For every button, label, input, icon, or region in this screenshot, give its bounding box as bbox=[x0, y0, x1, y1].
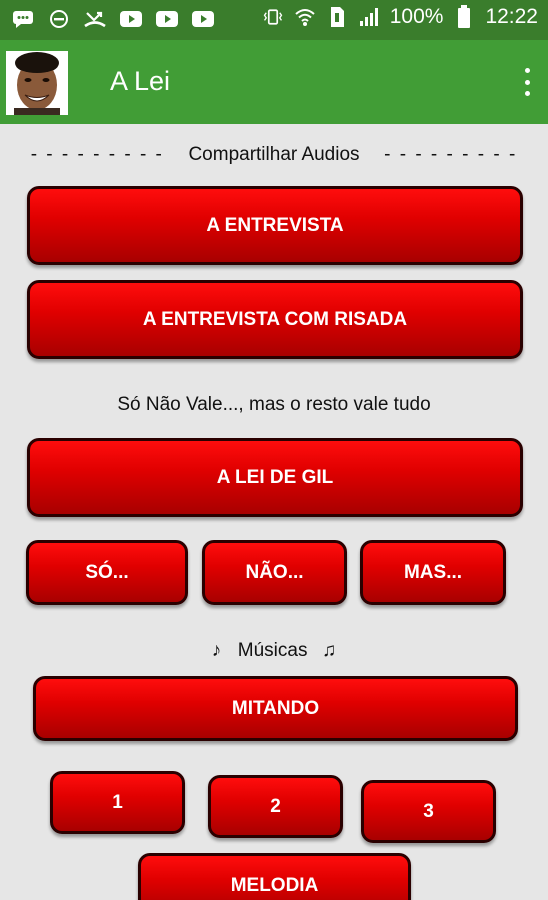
avatar[interactable] bbox=[6, 51, 68, 115]
app-bar: A Lei bbox=[0, 40, 548, 124]
system-icons: 100% 12:22 bbox=[262, 5, 538, 29]
share-right-dashes: - - - - - - - - - bbox=[384, 144, 518, 165]
melodia-button[interactable]: MELODIA bbox=[138, 853, 411, 900]
missed-call-icon bbox=[84, 8, 106, 30]
wifi-icon bbox=[294, 6, 316, 28]
track-2-button[interactable]: 2 bbox=[208, 775, 343, 838]
notification-icons bbox=[12, 8, 214, 30]
do-not-disturb-icon bbox=[48, 8, 70, 30]
a-lei-de-gil-button[interactable]: A LEI DE GIL bbox=[27, 438, 523, 517]
menu-dot bbox=[524, 91, 530, 96]
chat-icon bbox=[12, 8, 34, 30]
status-bar: 100% 12:22 bbox=[0, 0, 548, 40]
youtube-icon bbox=[156, 8, 178, 30]
sim-icon bbox=[326, 6, 348, 28]
music-title: Músicas bbox=[237, 640, 308, 661]
app-title: A Lei bbox=[110, 66, 171, 96]
share-section-header: - - - - - - - - - Compartilhar Audios - … bbox=[0, 144, 548, 166]
menu-dot bbox=[524, 68, 530, 73]
battery-icon bbox=[453, 5, 475, 28]
share-title: Compartilhar Audios bbox=[188, 144, 360, 165]
youtube-icon bbox=[192, 8, 214, 30]
track-1-button[interactable]: 1 bbox=[50, 771, 185, 834]
music-notes-icon: ♫ bbox=[322, 640, 337, 661]
mitando-button[interactable]: MITANDO bbox=[33, 676, 518, 741]
music-note-icon: ♪ bbox=[211, 640, 222, 661]
so-button[interactable]: SÓ... bbox=[26, 540, 188, 605]
share-left-dashes: - - - - - - - - - bbox=[30, 144, 164, 165]
menu-dot bbox=[524, 79, 530, 85]
nao-button[interactable]: NÃO... bbox=[202, 540, 347, 605]
battery-percent: 100% bbox=[389, 5, 444, 28]
signal-icon bbox=[358, 6, 380, 28]
vibrate-icon bbox=[262, 6, 284, 28]
overflow-menu-icon[interactable] bbox=[520, 64, 534, 100]
rule-caption: Só Não Vale..., mas o resto vale tudo bbox=[117, 394, 431, 415]
a-entrevista-com-risada-button[interactable]: A ENTREVISTA COM RISADA bbox=[27, 280, 523, 359]
music-section-header: ♪ Músicas ♫ bbox=[0, 640, 548, 662]
track-3-button[interactable]: 3 bbox=[361, 780, 496, 843]
clock: 12:22 bbox=[485, 5, 538, 28]
mas-button[interactable]: MAS... bbox=[360, 540, 506, 605]
a-entrevista-button[interactable]: A ENTREVISTA bbox=[27, 186, 523, 265]
youtube-icon bbox=[120, 8, 142, 30]
